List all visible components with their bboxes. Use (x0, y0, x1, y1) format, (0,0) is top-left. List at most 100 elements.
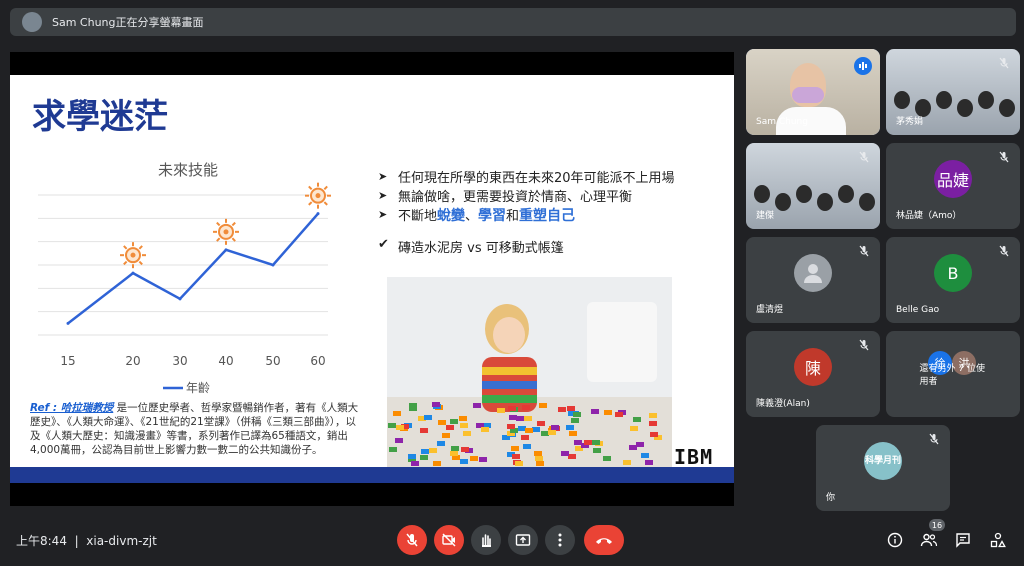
reference-link[interactable]: Ref : 哈拉瑞教授 (30, 402, 113, 414)
chart-title: 未來技能 (158, 161, 218, 179)
bullet-list: ➤ 任何現在所學的東西在未來20年可能派不上用場 ➤ 無論做啥，更需要投資於情商、心… (378, 167, 718, 224)
student-head (894, 91, 910, 109)
participant-name: 茅秀娟 (896, 117, 924, 127)
meeting-info-button[interactable] (885, 530, 905, 550)
mic-muted-icon (999, 245, 1009, 257)
mic-muted-icon (859, 245, 869, 257)
ibm-logo: IBM (674, 445, 714, 469)
participant-name: 你 (826, 493, 836, 503)
student-head (859, 193, 875, 211)
data-point (66, 321, 70, 325)
data-point (178, 297, 182, 301)
participant-tile[interactable]: B Belle Gao (886, 237, 1020, 323)
child-lego-photo (387, 277, 672, 467)
bullet-item: ➤ 不斷地 蛻變、學習和重塑自己 (378, 207, 576, 225)
data-point (224, 248, 228, 252)
science-monthly-logo: 科學月刊 (864, 442, 902, 480)
info-icon (887, 532, 903, 548)
mic-muted-icon (999, 151, 1009, 163)
presentation-slide: 求學迷茫 未來技能 15 20 30 40 50 60 年齡 ➤ 任何現在所學的東西在未來20年… (10, 75, 734, 483)
activities-icon (990, 532, 1006, 548)
bullet-item: ➤ 無論做啥，更需要投資於情商、心理平衡 (378, 189, 633, 205)
student-head (999, 99, 1015, 117)
student-head (936, 91, 952, 109)
participant-name: 陳義澄(Alan) (756, 399, 810, 409)
meeting-controls: 上午8:44 | xia-divm-zjt 16 (0, 516, 1024, 566)
mic-muted-icon (929, 433, 939, 445)
mic-muted-icon (859, 151, 869, 163)
skills-line-chart: 未來技能 15 20 30 40 50 60 年齡 (38, 161, 331, 395)
end-call-icon (596, 538, 612, 544)
x-tick-label: 40 (218, 354, 233, 368)
participant-name: 還有另外 7 位使用者 (919, 364, 985, 387)
people-button[interactable] (919, 530, 939, 550)
legend-label: 年齡 (186, 381, 210, 395)
participant-initial: B (934, 254, 972, 292)
chat-button[interactable] (953, 530, 973, 550)
participant-tile[interactable]: 盧清煜 (746, 237, 880, 323)
reference-note: Ref : 哈拉瑞教授 是一位歷史學者、哲學家暨暢銷作者，著有《人類大歷史》、《… (30, 402, 359, 456)
x-tick-label: 60 (310, 354, 325, 368)
present-icon (515, 534, 531, 546)
mic-off-icon (406, 533, 418, 547)
x-tick-label: 20 (125, 354, 140, 368)
data-point (316, 212, 320, 216)
lightbulb-icon (305, 182, 331, 209)
presenting-text: Sam Chung正在分享螢幕畫面 (52, 16, 204, 29)
data-point (131, 271, 135, 275)
student-head (775, 193, 791, 211)
slide-footer-bar (10, 467, 734, 483)
participant-tile[interactable]: 陳陳義澄(Alan) (746, 331, 880, 417)
participant-name: Sam Chung (756, 117, 808, 127)
participant-tile[interactable]: 科學月刊你 (816, 425, 950, 511)
present-button[interactable] (508, 525, 538, 555)
chat-icon (956, 533, 970, 548)
student-head (817, 193, 833, 211)
meeting-time-code: 上午8:44 | xia-divm-zjt (16, 534, 157, 548)
participant-tile[interactable]: 品婕林品婕（Amo） (886, 143, 1020, 229)
more-options-button[interactable] (545, 525, 575, 555)
camera-off-icon (442, 533, 456, 547)
presenter-avatar (22, 12, 42, 32)
leave-call-button[interactable] (584, 525, 624, 555)
default-avatar-icon (794, 254, 832, 292)
camera-off-button[interactable] (434, 525, 464, 555)
people-count-badge: 16 (929, 519, 945, 531)
student-head (978, 91, 994, 109)
more-icon (558, 533, 562, 547)
bullet-item: ➤ 任何現在所學的東西在未來20年可能派不上用場 (378, 170, 675, 186)
mic-muted-icon (859, 339, 869, 351)
series-line (67, 212, 319, 325)
student-head (754, 185, 770, 203)
participant-tile[interactable]: 茅秀娟 (886, 49, 1020, 135)
mic-muted-icon (999, 57, 1009, 69)
student-head (957, 99, 973, 117)
participant-name: Belle Gao (896, 305, 940, 315)
participant-initial: 陳 (794, 348, 832, 386)
people-icon (920, 533, 938, 547)
participant-name: 盧清煜 (756, 305, 784, 315)
shared-screen: 求學迷茫 未來技能 15 20 30 40 50 60 年齡 ➤ 任何現在所學的東西在未來20年… (10, 52, 734, 506)
participant-tile[interactable]: 建傑 (746, 143, 880, 229)
participant-name: 林品婕（Amo） (896, 211, 962, 221)
participant-name: 建傑 (756, 211, 775, 221)
check-item: ✔ 磚造水泥房 vs 可移動式帳篷 (378, 237, 564, 256)
speaking-indicator-icon (854, 57, 872, 75)
slide-title: 求學迷茫 (32, 97, 168, 137)
hand-icon (482, 534, 491, 547)
data-point (271, 263, 275, 267)
x-tick-label: 50 (265, 354, 280, 368)
participant-initial: 品婕 (934, 160, 972, 198)
activities-button[interactable] (988, 530, 1008, 550)
student-head (838, 185, 854, 203)
x-tick-label: 30 (172, 354, 187, 368)
lightbulb-icon (213, 218, 239, 245)
presenting-banner: Sam Chung正在分享螢幕畫面 (10, 8, 1016, 36)
raise-hand-button[interactable] (471, 525, 501, 555)
participant-tile[interactable]: 徐洪還有另外 7 位使用者 (886, 331, 1020, 417)
student-head (796, 185, 812, 203)
lightbulb-icon (120, 242, 146, 269)
mic-off-button[interactable] (397, 525, 427, 555)
participant-tile[interactable]: Sam Chung (746, 49, 880, 135)
face-mask (792, 87, 824, 103)
